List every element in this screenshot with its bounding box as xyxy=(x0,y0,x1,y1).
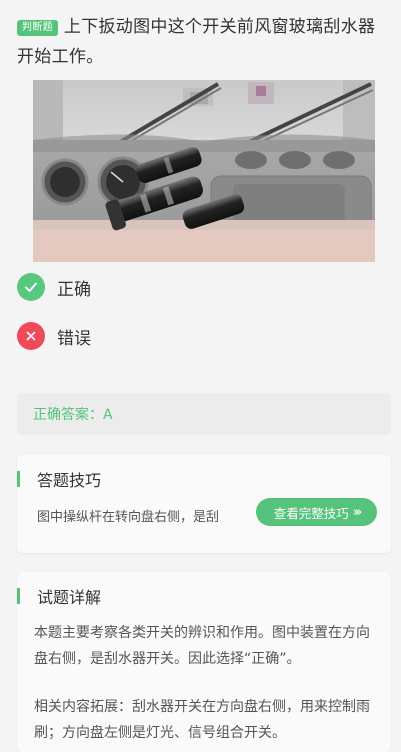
view-full-tips-button[interactable]: 查看完整技巧 ››› xyxy=(256,498,377,526)
tips-preview: 图中操纵杆在转向盘右侧，是刮 xyxy=(37,510,220,525)
tips-card: 答题技巧 图中操纵杆在转向盘右侧，是刮 查看完整技巧 ››› xyxy=(17,455,391,553)
option-wrong[interactable]: 错误 xyxy=(17,321,91,351)
option-label: 正确 xyxy=(57,279,91,300)
view-full-tips-label: 查看完整技巧 xyxy=(273,505,349,521)
correct-answer: 正确答案：A xyxy=(33,407,113,423)
detail-title: 试题详解 xyxy=(37,588,102,607)
question-block: 判断题 上下扳动图中这个开关前风窗玻璃刮水器开始工作。 xyxy=(17,12,387,72)
section-accent-bar xyxy=(17,471,20,487)
detail-paragraph: 本题主要考察各类开关的辨识和作用。图中装置在方向盘右侧，是刮水器开关。因此选择“… xyxy=(34,625,370,667)
detail-paragraph: 相关内容拓展：刮水器开关在方向盘右侧，用来控制雨刷；方向盘左侧是灯光、信号组合开… xyxy=(34,699,370,741)
check-icon xyxy=(17,273,45,301)
detail-header: 试题详解 xyxy=(17,585,101,607)
question-type-badge: 判断题 xyxy=(17,20,58,36)
tips-title: 答题技巧 xyxy=(37,471,102,490)
detail-card: 试题详解 本题主要考察各类开关的辨识和作用。图中装置在方向盘右侧，是刮水器开关。… xyxy=(17,572,391,752)
option-label: 错误 xyxy=(57,328,91,349)
question-text: 上下扳动图中这个开关前风窗玻璃刮水器开始工作。 xyxy=(17,17,376,67)
tips-header: 答题技巧 xyxy=(17,468,101,490)
answer-box: 正确答案：A xyxy=(17,393,391,435)
double-chevron-right-icon: ››› xyxy=(352,504,362,520)
question-image xyxy=(33,80,375,262)
section-accent-bar xyxy=(17,588,20,604)
cross-icon xyxy=(17,322,45,350)
option-correct[interactable]: 正确 xyxy=(17,272,91,302)
question-text-line: 判断题 上下扳动图中这个开关前风窗玻璃刮水器开始工作。 xyxy=(17,12,387,72)
